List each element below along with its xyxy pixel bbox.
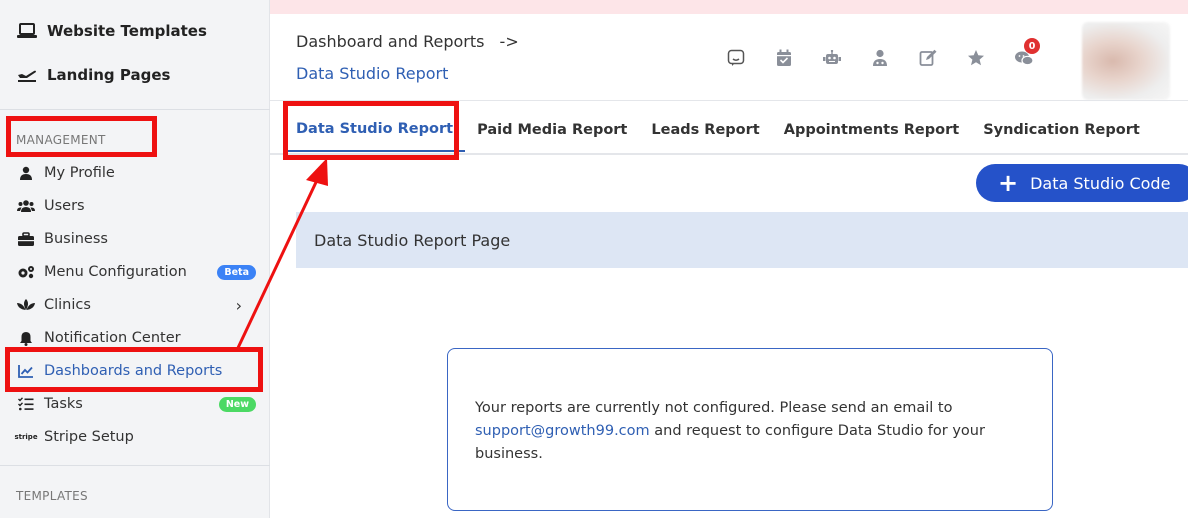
notification-count-badge: 0 [1024, 38, 1040, 54]
avatar[interactable] [1082, 22, 1170, 100]
divider [0, 109, 270, 110]
annotation-box-dashboards [5, 347, 263, 392]
chat-icon[interactable] [722, 44, 750, 72]
sidebar-item-users[interactable]: Users [16, 192, 256, 220]
sidebar-item-label: Landing Pages [47, 66, 171, 84]
divider [0, 465, 270, 466]
sidebar-item-tasks[interactable]: Tasks New [16, 390, 256, 418]
lotus-icon [16, 298, 36, 312]
briefcase-icon [16, 232, 36, 246]
notice-bar [270, 0, 1188, 14]
support-email-link[interactable]: support@growth99.com [475, 423, 650, 439]
add-data-studio-code-button[interactable]: + Data Studio Code [976, 164, 1188, 202]
tab-syndication-report[interactable]: Syndication Report [971, 108, 1152, 152]
plane-departure-icon [16, 67, 38, 83]
sidebar-item-label: Users [44, 198, 85, 214]
sidebar-item-website-templates[interactable]: Website Templates [16, 22, 207, 40]
users-icon [16, 199, 36, 213]
sidebar-item-label: Clinics [44, 297, 91, 313]
robot-icon[interactable] [818, 44, 846, 72]
edit-icon[interactable] [914, 44, 942, 72]
user-icon [16, 166, 36, 180]
sidebar-item-landing-pages[interactable]: Landing Pages [16, 66, 170, 84]
tab-leads-report[interactable]: Leads Report [639, 108, 771, 152]
message-text: Your reports are currently not configure… [475, 400, 953, 416]
tab-appointments-report[interactable]: Appointments Report [772, 108, 971, 152]
sidebar-item-label: Tasks [44, 396, 83, 412]
cogs-icon [16, 265, 36, 279]
breadcrumb-parent[interactable]: Dashboard and Reports [296, 32, 484, 51]
annotation-box-management [6, 116, 157, 157]
button-label: Data Studio Code [1030, 173, 1171, 193]
plus-icon: + [998, 169, 1019, 197]
sidebar-item-label: Business [44, 231, 108, 247]
sidebar-item-label: My Profile [44, 165, 115, 181]
new-badge: New [218, 396, 256, 412]
sidebar-item-clinics[interactable]: Clinics › [16, 291, 256, 319]
chevron-right-icon: › [235, 295, 242, 315]
breadcrumb-arrow: -> [499, 32, 519, 51]
sidebar-item-stripe-setup[interactable]: stripe Stripe Setup [14, 423, 256, 451]
sidebar-item-label: Stripe Setup [44, 429, 134, 445]
not-configured-message: Your reports are currently not configure… [447, 348, 1053, 511]
calendar-icon[interactable] [770, 44, 798, 72]
user-doctor-icon[interactable] [866, 44, 894, 72]
section-label-templates: TEMPLATES [16, 489, 88, 503]
header-toolbar: 0 [722, 38, 1040, 72]
sidebar-item-label: Menu Configuration [44, 264, 187, 280]
messages-icon[interactable]: 0 [1010, 38, 1040, 72]
star-icon[interactable] [962, 44, 990, 72]
panel-title: Data Studio Report Page [296, 212, 1188, 268]
tasks-icon [16, 397, 36, 411]
sidebar: Website Templates Landing Pages MANAGEME… [0, 0, 270, 518]
sidebar-item-menu-configuration[interactable]: Menu Configuration Beta [16, 258, 256, 286]
sidebar-item-my-profile[interactable]: My Profile [16, 159, 256, 187]
laptop-icon [16, 23, 38, 39]
sidebar-item-label: Notification Center [44, 330, 181, 346]
stripe-icon: stripe [14, 433, 38, 441]
tab-paid-media-report[interactable]: Paid Media Report [465, 108, 639, 152]
annotation-box-data-studio-tab [283, 101, 459, 160]
bell-icon [16, 331, 36, 346]
breadcrumb: Dashboard and Reports -> [296, 32, 519, 51]
beta-badge: Beta [217, 264, 256, 280]
sidebar-item-business[interactable]: Business [16, 225, 256, 253]
sidebar-item-label: Website Templates [47, 22, 207, 40]
breadcrumb-current[interactable]: Data Studio Report [296, 64, 448, 83]
